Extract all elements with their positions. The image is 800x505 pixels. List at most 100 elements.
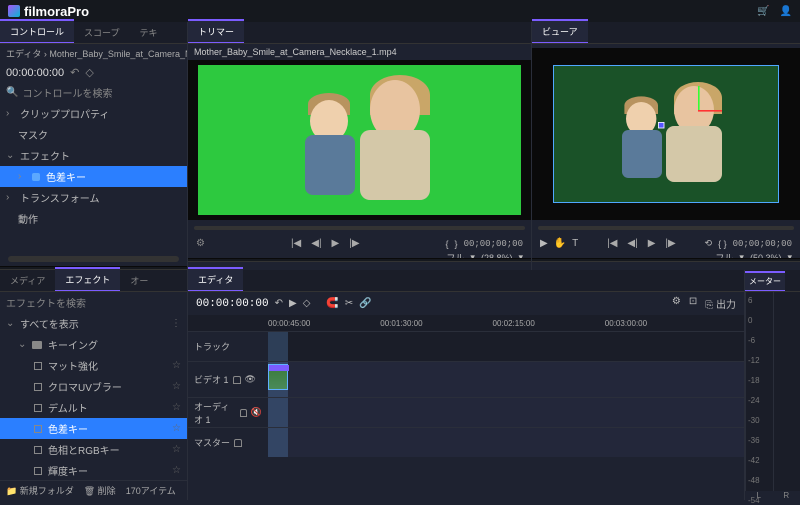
fx-icon (34, 362, 42, 370)
keyframe-icon[interactable]: ◇ (85, 66, 93, 79)
export-button[interactable]: ⎘ 出力 (705, 296, 736, 311)
tree-motion[interactable]: 動作 (0, 208, 187, 229)
tab-scope[interactable]: スコープ (74, 22, 129, 43)
fx-item-4[interactable]: 色相とRGBキー☆ (0, 439, 187, 460)
undo-icon[interactable]: ↶ (275, 298, 283, 309)
fx-keying[interactable]: ⌄キーイング (0, 334, 187, 355)
tab-meters[interactable]: メーター (745, 271, 785, 291)
fit-icon[interactable]: ⊡ (689, 296, 697, 311)
lock-icon[interactable] (234, 439, 242, 447)
text-tool-icon[interactable]: T (572, 238, 578, 249)
play-icon[interactable]: ▶ (332, 238, 340, 249)
step-back-icon[interactable]: ◀| (311, 238, 321, 249)
bracket-icon[interactable]: { } (718, 239, 727, 249)
trimmer-viewport[interactable] (188, 60, 531, 220)
fx-item-1[interactable]: クロマUVブラー☆ (0, 376, 187, 397)
viewer-full[interactable]: フル (715, 251, 733, 258)
fx-item-2[interactable]: デムルト☆ (0, 397, 187, 418)
master-lane[interactable] (268, 428, 744, 457)
step-back-icon[interactable]: ◀| (627, 238, 637, 249)
link-icon[interactable]: 🔗 (359, 298, 371, 309)
cut-icon[interactable]: ✂ (345, 298, 353, 309)
video1-lane[interactable] (268, 362, 744, 397)
tree-transform[interactable]: ›トランスフォーム (0, 187, 187, 208)
audio1-lane[interactable] (268, 398, 744, 427)
fx-item-0[interactable]: マット強化☆ (0, 355, 187, 376)
tab-media[interactable]: メディア (0, 270, 55, 291)
keyframe-icon[interactable]: ◇ (303, 298, 311, 309)
loop-icon[interactable]: ⟲ (705, 238, 713, 249)
tree-mask[interactable]: マスク (0, 124, 187, 145)
track-header: トラック (188, 332, 268, 361)
trimmer-full[interactable]: フル (446, 251, 464, 258)
lock-icon[interactable] (240, 409, 247, 417)
effect-dot-icon (32, 173, 40, 181)
video1-header[interactable]: ビデオ 1👁 (188, 362, 268, 397)
viewer-scrub[interactable] (538, 226, 794, 230)
fx-icon (34, 446, 42, 454)
user-icon[interactable]: 👤 (780, 6, 792, 17)
play-icon[interactable]: ▶ (648, 238, 656, 249)
tab-viewer[interactable]: ビューア (532, 19, 588, 43)
search-controls[interactable]: 🔍 コントロールを検索 (0, 82, 187, 103)
hand-tool-icon[interactable]: ✋ (554, 238, 566, 249)
fx-icon (34, 404, 42, 412)
mute-icon[interactable]: 🔇 (251, 407, 262, 418)
timeline-ruler[interactable]: 00:00:45:0000:01:30:0000:02:15:0000:03:0… (188, 315, 744, 331)
tree-effects[interactable]: ⌄エフェクト (0, 145, 187, 166)
timecode-main: 00:00:00:00↶◇ (0, 63, 187, 82)
goto-start-icon[interactable]: |◀ (291, 238, 301, 249)
play-icon[interactable]: ▶ (289, 298, 297, 309)
delete-button[interactable]: 🗑 削除 (84, 484, 116, 497)
fx-icon (34, 467, 42, 475)
mark-out-icon[interactable]: } (455, 239, 458, 249)
tab-audio[interactable]: オー (120, 270, 158, 291)
audio1-header[interactable]: オーディオ 1🔇 (188, 398, 268, 427)
settings-icon[interactable]: ⚙ (672, 296, 681, 311)
folder-icon (32, 341, 42, 349)
tab-editor[interactable]: エディタ (188, 267, 243, 291)
step-fwd-icon[interactable]: |▶ (665, 238, 675, 249)
meter-r: R (773, 491, 800, 500)
fx-icon (34, 383, 42, 391)
undo-icon[interactable]: ↶ (70, 66, 79, 79)
gizmo-center-icon[interactable] (658, 122, 664, 128)
gizmo-x-icon[interactable] (698, 110, 722, 112)
trimmer-tc: 00;00;00;00 (464, 239, 523, 249)
fx-icon (34, 425, 42, 433)
step-fwd-icon[interactable]: |▶ (349, 238, 359, 249)
video-clip[interactable] (268, 364, 288, 390)
mark-in-icon[interactable]: { (446, 239, 449, 249)
tab-control[interactable]: コントロール (0, 19, 74, 43)
cart-icon[interactable]: 🛒 (757, 6, 769, 17)
track-lane[interactable] (268, 332, 744, 361)
options-icon[interactable]: ⚙ (196, 238, 205, 249)
viewer-tc: 00;00;00;00 (733, 239, 792, 249)
item-count: 170アイテム (126, 484, 176, 497)
timeline-tc: 00:00:00:00 (196, 298, 269, 310)
scroll-thumb[interactable] (8, 256, 179, 262)
fx-show-all[interactable]: ⌄すべてを表示⋮ (0, 313, 187, 334)
tab-text[interactable]: テキ (129, 22, 167, 43)
fx-item-5[interactable]: 輝度キー☆ (0, 460, 187, 480)
fx-item-3[interactable]: 色差キー☆ (0, 418, 187, 439)
pointer-tool-icon[interactable]: ▶ (540, 238, 548, 249)
breadcrumb: エディタ › Mother_Baby_Smile_at_Camera_Neckl… (0, 44, 187, 63)
tree-chromakey[interactable]: ›色差キー (0, 166, 187, 187)
trimmer-file: Mother_Baby_Smile_at_Camera_Necklace_1.m… (188, 44, 531, 60)
snap-icon[interactable]: 🧲 (326, 298, 338, 309)
viewer-viewport[interactable] (532, 48, 800, 220)
tree-clip-properties[interactable]: ›クリッププロパティ (0, 103, 187, 124)
tab-trimmer[interactable]: トリマー (188, 19, 244, 43)
logo-icon (8, 5, 20, 17)
eye-icon[interactable]: 👁 (245, 374, 256, 385)
trimmer-scrub[interactable] (194, 226, 525, 230)
app-logo: filmoraPro (8, 4, 89, 19)
new-folder-button[interactable]: 📁 新規フォルダ (6, 484, 74, 497)
lock-icon[interactable] (233, 376, 241, 384)
master-header[interactable]: マスター (188, 428, 268, 457)
gizmo-y-icon[interactable] (698, 86, 700, 110)
tab-effects[interactable]: エフェクト (55, 267, 120, 291)
goto-start-icon[interactable]: |◀ (607, 238, 617, 249)
search-effects[interactable]: エフェクトを検索 (0, 292, 187, 313)
